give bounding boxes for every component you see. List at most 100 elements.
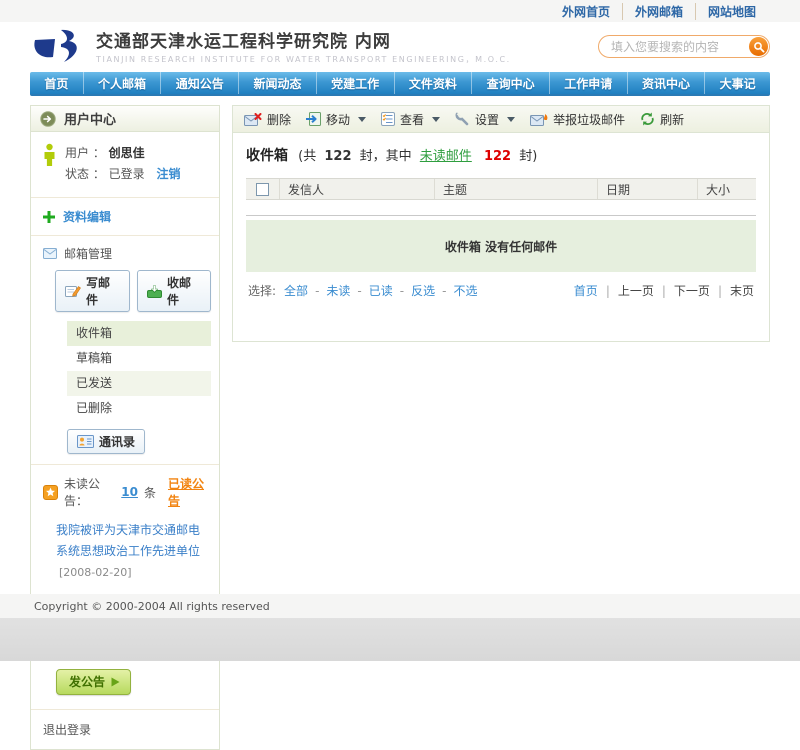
refresh-icon (640, 112, 655, 126)
nav-work-request[interactable]: 工作申请 (549, 72, 627, 94)
read-announcements-link[interactable]: 已读公告 (168, 475, 209, 509)
settings-button[interactable]: 设置 (455, 111, 515, 128)
page-prev-link[interactable]: 上一页 (598, 282, 654, 299)
nav-info-center[interactable]: 资讯中心 (627, 72, 705, 94)
announcement-link[interactable]: 我院被评为天津市交通邮电系统思想政治工作先进单位 [2008-02-20] (56, 520, 207, 583)
inbox-summary: 收件箱 (共 122 封，其中 未读邮件 122 封) (246, 145, 756, 165)
arrow-circle-icon (40, 111, 56, 127)
move-button[interactable]: 移动 (306, 111, 366, 128)
post-announcement-button[interactable]: 发公告 (56, 669, 131, 695)
folder-deleted[interactable]: 已删除 (67, 396, 211, 421)
status-label: 状态 ： (65, 167, 105, 181)
settings-label: 设置 (475, 111, 499, 128)
contacts-button[interactable]: 通讯录 (67, 429, 145, 454)
site-header: 交通部天津水运工程科学研究院 内网 TIANJIN RESEARCH INSTI… (0, 22, 800, 70)
copyright-bar: Copyright © 2000-2004 All rights reserve… (0, 594, 800, 618)
institute-logo-icon (30, 27, 86, 65)
page-next-link[interactable]: 下一页 (654, 282, 710, 299)
view-button[interactable]: 查看 (381, 111, 440, 128)
logout-row[interactable]: 退出登录 (31, 710, 219, 749)
wrench-icon (455, 112, 470, 126)
nav-notices[interactable]: 通知公告 (160, 72, 238, 94)
select-unread-link[interactable]: 未读 (308, 282, 350, 299)
write-mail-button[interactable]: 写邮件 (55, 270, 130, 312)
nav-personal-mail[interactable]: 个人邮箱 (83, 72, 161, 94)
inbox-download-icon (147, 285, 162, 298)
move-label: 移动 (326, 111, 350, 128)
unread-mail-link[interactable]: 未读邮件 (420, 149, 472, 164)
status-value: 已登录 (109, 167, 145, 181)
folder-drafts[interactable]: 草稿箱 (67, 346, 211, 371)
mail-management-section: 邮箱管理 写邮件 (31, 236, 219, 465)
inbox-panel: 删除 移动 (232, 105, 770, 342)
site-title-block: 交通部天津水运工程科学研究院 内网 TIANJIN RESEARCH INSTI… (96, 27, 511, 65)
mail-toolbar: 删除 移动 (233, 106, 769, 133)
top-links-bar: 外网首页 外网邮箱 网站地图 (0, 0, 800, 22)
nav-memorabilia[interactable]: 大事记 (704, 72, 770, 94)
profile-edit-link[interactable]: 资料编辑 (63, 208, 111, 225)
mail-management-label-row: 邮箱管理 (43, 245, 211, 262)
column-sender: 发信人 (280, 179, 435, 199)
mail-management-label: 邮箱管理 (64, 245, 112, 262)
user-info-block: 用户 ： 创思佳 状态 ： 已登录 注销 (31, 132, 219, 198)
select-label: 选择: (248, 282, 276, 299)
address-book-icon (77, 435, 94, 448)
nav-documents[interactable]: 文件资料 (394, 72, 472, 94)
user-center-header: 用户中心 (31, 106, 219, 132)
count-suffix: 封) (519, 149, 537, 164)
person-icon (43, 143, 56, 185)
receive-mail-button[interactable]: 收邮件 (137, 270, 211, 312)
contacts-label: 通讯录 (99, 433, 135, 450)
unread-mail-count: 122 (484, 149, 511, 164)
logoff-link[interactable]: 注销 (157, 167, 181, 181)
sitemap-link[interactable]: 网站地图 (695, 3, 768, 20)
site-title: 交通部天津水运工程科学研究院 内网 (96, 27, 511, 52)
envelope-icon (43, 248, 57, 259)
unread-count-link[interactable]: 10 (121, 485, 138, 499)
search-input[interactable] (598, 35, 770, 58)
count-mid: 封，其中 (360, 149, 412, 164)
chevron-down-icon[interactable] (358, 117, 366, 122)
folder-list: 收件箱 草稿箱 已发送 已删除 (67, 321, 211, 421)
select-all-link[interactable]: 全部 (284, 282, 308, 299)
empty-inbox-message: 收件箱 没有任何邮件 (246, 220, 756, 272)
announcement-date: [2008-02-20] (59, 566, 132, 579)
folder-inbox[interactable]: 收件箱 (67, 321, 211, 346)
column-date: 日期 (598, 179, 698, 199)
select-invert-link[interactable]: 反选 (393, 282, 435, 299)
user-label: 用户 ： (65, 146, 105, 160)
user-name: 创思佳 (109, 146, 145, 160)
report-spam-button[interactable]: 举报垃圾邮件 (530, 111, 625, 128)
folder-sent[interactable]: 已发送 (67, 371, 211, 396)
view-label: 查看 (400, 111, 424, 128)
selection-controls: 选择: 全部 未读 已读 反选 不选 (248, 282, 478, 299)
nav-query-center[interactable]: 查询中心 (471, 72, 549, 94)
refresh-button[interactable]: 刷新 (640, 111, 684, 128)
mail-table-header: 发信人 主题 日期 大小 (246, 178, 756, 200)
receive-mail-label: 收邮件 (167, 274, 201, 308)
page-last-link[interactable]: 末页 (710, 282, 754, 299)
page-first-link[interactable]: 首页 (574, 282, 598, 299)
inbox-title: 收件箱 (246, 148, 288, 164)
search-button[interactable] (749, 37, 768, 56)
total-count: 122 (324, 149, 351, 164)
chevron-down-icon[interactable] (507, 117, 515, 122)
extranet-home-link[interactable]: 外网首页 (550, 3, 622, 20)
unread-unit: 条 (144, 484, 156, 501)
select-all-checkbox[interactable] (256, 183, 269, 196)
view-list-icon (381, 112, 395, 126)
select-none-link[interactable]: 不选 (435, 282, 477, 299)
refresh-label: 刷新 (660, 111, 684, 128)
nav-home[interactable]: 首页 (30, 72, 83, 94)
play-arrow-icon (111, 677, 120, 687)
post-announcement-label: 发公告 (69, 673, 105, 690)
select-read-link[interactable]: 已读 (350, 282, 392, 299)
nav-party-work[interactable]: 党建工作 (316, 72, 394, 94)
chevron-down-icon[interactable] (432, 117, 440, 122)
extranet-mail-link[interactable]: 外网邮箱 (622, 3, 695, 20)
divider (246, 215, 756, 216)
nav-news[interactable]: 新闻动态 (238, 72, 316, 94)
page-bottom-background (0, 618, 800, 661)
delete-button[interactable]: 删除 (244, 111, 291, 128)
delete-label: 删除 (267, 111, 291, 128)
